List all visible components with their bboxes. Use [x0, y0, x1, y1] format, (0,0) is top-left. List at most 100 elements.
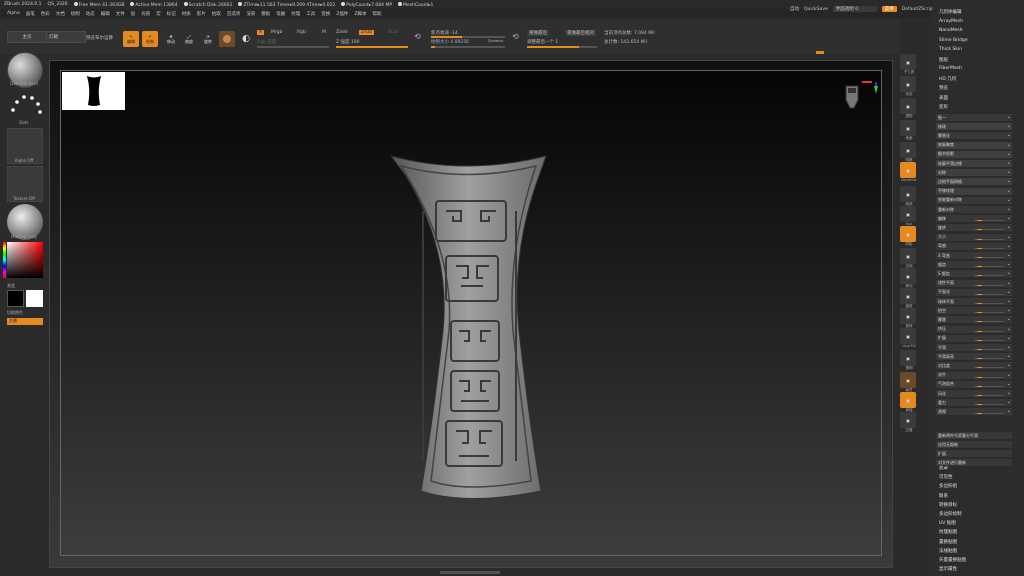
axis-toggle-icon[interactable]: •	[1008, 290, 1010, 295]
axis-gizmo[interactable]	[840, 78, 878, 114]
right-shelf-button[interactable]: ▣	[900, 120, 916, 136]
deformation-slider[interactable]: 修复聚焦 •	[936, 141, 1012, 149]
tool-submenu[interactable]: FiberMesh	[939, 66, 962, 71]
z-intensity[interactable]: Z 强度 100	[336, 39, 360, 45]
menu-item[interactable]: 渲染	[246, 11, 255, 17]
gradient-label[interactable]: 渐变	[7, 283, 15, 289]
deformation-slider[interactable]: 平滑高亮 •	[936, 353, 1012, 361]
axis-toggle-icon[interactable]: •	[1008, 400, 1010, 405]
menu-item[interactable]: 层	[131, 11, 136, 17]
rotate-view-icon[interactable]: ⟲	[512, 32, 519, 41]
slider-track[interactable]	[974, 312, 1004, 314]
slider-track[interactable]	[974, 229, 1004, 231]
right-shelf-button[interactable]: ▣	[900, 248, 916, 264]
primary-color-swatch[interactable]	[7, 290, 24, 307]
rgb-intensity-slider[interactable]	[257, 46, 329, 48]
tool-submenu[interactable]: 表面	[939, 95, 948, 101]
document-canvas[interactable]	[60, 70, 882, 556]
tool-submenu[interactable]: 置换贴图	[939, 539, 957, 545]
axis-toggle-icon[interactable]: •	[1008, 253, 1010, 258]
axis-toggle-icon[interactable]: •	[1008, 198, 1010, 203]
tool-submenu[interactable]: NanoMesh	[939, 28, 963, 33]
deformation-slider[interactable]: 扩展 •	[936, 334, 1012, 342]
tool-submenu[interactable]: 法线贴图	[939, 548, 957, 554]
lightbulb-icon[interactable]: ⟲	[414, 32, 421, 41]
slider-track[interactable]	[974, 404, 1004, 406]
deformation-slider[interactable]: 平滑 •	[936, 344, 1012, 351]
tool-submenu[interactable]: 纹理贴图	[939, 529, 957, 535]
move-button[interactable]: ✥ 移动	[163, 31, 179, 47]
tool-submenu[interactable]: 多边形组	[939, 483, 957, 489]
deformation-slider[interactable]: 旋转 •	[936, 224, 1012, 232]
deformation-button[interactable]: 扩展	[936, 450, 1012, 457]
rotate-button[interactable]: ⟳ 旋转	[200, 31, 216, 47]
right-shelf-button[interactable]: ▣	[900, 162, 916, 178]
right-shelf-button[interactable]: ▣	[900, 98, 916, 114]
menu-item[interactable]: Alpha	[7, 11, 20, 16]
axis-toggle-icon[interactable]: •	[1008, 143, 1010, 148]
axis-toggle-icon[interactable]: •	[1008, 225, 1010, 230]
focal-shift-slider[interactable]	[431, 36, 505, 38]
axis-toggle-icon[interactable]: •	[1008, 170, 1010, 175]
draw-button[interactable]: ✐ 绘制	[142, 31, 158, 47]
deformation-slider[interactable]: 气泡组合 •	[936, 380, 1012, 388]
z-intensity-slider[interactable]	[336, 46, 408, 48]
deformation-slider[interactable]: 风化 •	[936, 390, 1012, 397]
deformation-slider[interactable]: 对比度 •	[936, 362, 1012, 370]
tool-submenu[interactable]: 矢量置换贴图	[939, 557, 966, 563]
axis-toggle-icon[interactable]: •	[1008, 189, 1010, 194]
deformation-slider[interactable]: 流平 •	[936, 371, 1012, 379]
menu-item[interactable]: 色彩	[41, 11, 50, 17]
axis-toggle-icon[interactable]: •	[1008, 308, 1010, 313]
axis-toggle-icon[interactable]: •	[1008, 409, 1010, 414]
slider-track[interactable]	[974, 275, 1004, 277]
tool-submenu[interactable]: 联系	[939, 493, 948, 499]
menu-item[interactable]: 变换	[321, 11, 330, 17]
deformation-button[interactable]: 应用无限制	[936, 441, 1012, 448]
edit-button[interactable]: ✎ 编辑	[123, 31, 139, 47]
menu-item[interactable]: 帮助	[372, 11, 381, 17]
adjust-last-slider[interactable]	[527, 46, 597, 48]
right-shelf-button[interactable]: ▣	[900, 76, 916, 92]
slider-track[interactable]	[974, 395, 1004, 396]
tool-submenu[interactable]: 变形	[939, 104, 948, 110]
slider-track[interactable]	[974, 284, 1004, 286]
slider-track[interactable]	[974, 376, 1004, 378]
axis-toggle-icon[interactable]: •	[1008, 216, 1010, 221]
redo-last-button[interactable]: 重做最后	[527, 30, 549, 36]
material-swatch[interactable]	[219, 31, 235, 47]
transparency-slider[interactable]: 界面透明 0	[832, 6, 877, 12]
right-shelf-button[interactable]: ▣	[900, 186, 916, 202]
lightbox-button[interactable]: 灯箱	[46, 31, 86, 43]
tool-submenu[interactable]: UV 贴图	[939, 520, 956, 526]
axis-toggle-icon[interactable]: •	[1008, 161, 1010, 166]
menu-item[interactable]: 编辑	[101, 11, 110, 17]
tool-submenu[interactable]: Thick Skin	[939, 47, 962, 52]
menu-item[interactable]: 文档	[56, 11, 65, 17]
deformation-slider[interactable]: 轮廓平滑边缘 •	[936, 160, 1012, 167]
deformation-slider[interactable]: 拍空 •	[936, 307, 1012, 315]
deformation-button[interactable]: 重新将符号浆客分平滑	[936, 432, 1012, 439]
preview-boolean[interactable]: 预览布尔运算	[86, 35, 113, 41]
right-shelf-button[interactable]: ▣	[900, 268, 916, 284]
deformation-slider[interactable]: 重力 •	[936, 399, 1012, 407]
right-shelf-button[interactable]: ▣	[900, 54, 916, 70]
slider-track[interactable]	[974, 247, 1004, 249]
axis-toggle-icon[interactable]: •	[1008, 354, 1010, 359]
menu-item[interactable]: 拾取	[212, 11, 221, 17]
axis-toggle-icon[interactable]: •	[1008, 299, 1010, 304]
right-shelf-button[interactable]: ▣	[900, 412, 916, 428]
deformation-slider[interactable]: 平面化 •	[936, 288, 1012, 296]
tool-submenu[interactable]: 显示属性	[939, 566, 957, 572]
menu-item[interactable]: 纹理	[291, 11, 300, 17]
axis-toggle-icon[interactable]: •	[1008, 207, 1010, 212]
tool-submenu[interactable]: 几何体编辑	[939, 9, 962, 15]
axis-toggle-icon[interactable]: •	[1008, 382, 1010, 387]
deformation-slider[interactable]: 繁殖化 •	[936, 132, 1012, 140]
slider-track[interactable]	[974, 257, 1004, 258]
rgb-intensity[interactable]: Rgb 强度	[257, 39, 276, 45]
deformation-slider[interactable]: 线性平面 •	[936, 279, 1012, 287]
slider-track[interactable]	[974, 367, 1004, 369]
slider-track[interactable]	[974, 321, 1004, 323]
axis-toggle-icon[interactable]: •	[1008, 336, 1010, 341]
